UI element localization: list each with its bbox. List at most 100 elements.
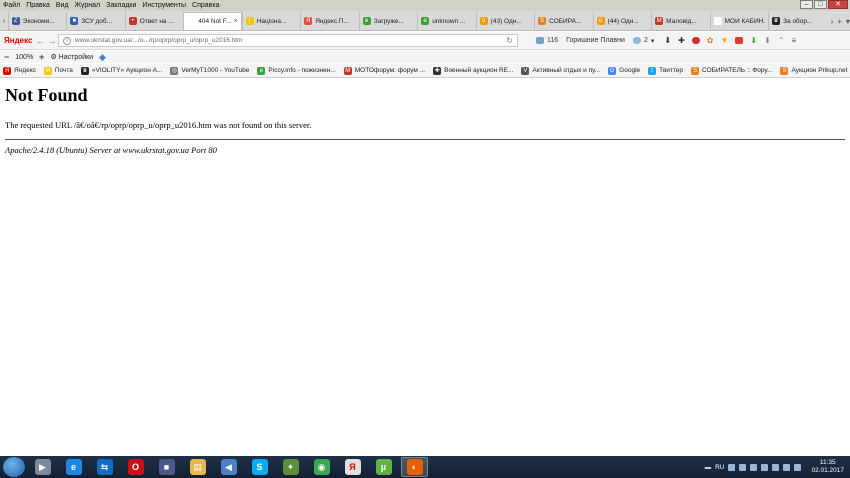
- reload-icon[interactable]: ↻: [506, 36, 513, 45]
- bookmark-item[interactable]: Я Яндекс: [3, 66, 36, 75]
- mail-widget[interactable]: 116: [536, 37, 558, 44]
- minimize-button[interactable]: –: [800, 0, 813, 9]
- address-url: www.ukrstat.gov.ua/.../o.../rp/oprp/oprp…: [75, 37, 243, 44]
- taskbar-firefox-button[interactable]: ◐: [401, 457, 428, 477]
- menu-item[interactable]: Журнал: [72, 2, 104, 9]
- bookmark-favicon-icon: S: [780, 66, 789, 75]
- file-explorer-icon: ▤: [189, 459, 206, 475]
- bookmark-favicon-icon: V: [521, 66, 530, 75]
- battery-icon[interactable]: [750, 463, 758, 471]
- bookmark-favicon-icon: M: [343, 66, 352, 75]
- language-indicator[interactable]: RU: [715, 464, 724, 471]
- tab-list-chevron-icon[interactable]: ▾: [846, 17, 850, 26]
- taskbar-volume-button[interactable]: ◀: [215, 457, 242, 477]
- bookmark-item[interactable]: S Аукцион Prikup.net: [780, 66, 847, 75]
- taskbar-opera-button[interactable]: O: [122, 457, 149, 477]
- settings-button[interactable]: ⚙ Настройки: [50, 53, 93, 61]
- hamburger-menu-icon[interactable]: ≡: [792, 36, 797, 45]
- bookmark-item[interactable]: ✉ Почта: [43, 66, 73, 75]
- tab[interactable]: Я Яндекс.П...: [300, 12, 358, 30]
- menu-item[interactable]: Правка: [23, 2, 53, 9]
- tab[interactable]: • Ответ на ...: [124, 12, 183, 30]
- tab[interactable]: M Маловід...: [651, 12, 709, 30]
- taskbar-chrome-button[interactable]: ◉: [308, 457, 335, 477]
- tab[interactable]: ■ ЗСУ доб...: [66, 12, 124, 30]
- pin-icon[interactable]: ✚: [678, 36, 685, 45]
- back-arrow-icon[interactable]: ←: [34, 36, 46, 46]
- bookmark-item[interactable]: G Google: [608, 66, 640, 75]
- yandex-logo[interactable]: Яндекс: [0, 36, 34, 45]
- location-widget[interactable]: Горишние Плавни: [566, 37, 625, 44]
- network-icon[interactable]: [739, 463, 747, 471]
- menu-item[interactable]: Вид: [53, 2, 72, 9]
- new-tab-icon[interactable]: +: [837, 17, 842, 26]
- home-icon[interactable]: ⌃: [778, 36, 785, 45]
- address-bar[interactable]: i www.ukrstat.gov.ua/.../o.../rp/oprp/op…: [58, 34, 518, 47]
- flag-tray-icon[interactable]: [772, 463, 780, 471]
- taskbar-file-explorer-button[interactable]: ▤: [184, 457, 211, 477]
- menu-item[interactable]: Инструменты: [139, 2, 189, 9]
- taskbar-save-floppy-button[interactable]: ■: [153, 457, 180, 477]
- clock[interactable]: 11:35 02.01.2017: [811, 459, 844, 475]
- tab-active[interactable]: 404 Not F... ×: [183, 12, 242, 30]
- info-icon[interactable]: i: [63, 36, 71, 45]
- tab-close-icon[interactable]: ×: [234, 18, 238, 25]
- page-content: Not Found The requested URL /â€/oâ€/rp/o…: [5, 80, 845, 155]
- bookmark-item[interactable]: M МОТОфорум: форум ...: [343, 66, 425, 75]
- menu-item[interactable]: Закладки: [103, 2, 139, 9]
- green-download-icon[interactable]: ⬇: [750, 36, 757, 45]
- tab-scroll-right-icon[interactable]: ›: [831, 17, 834, 26]
- chevron-down-icon[interactable]: ▾: [651, 37, 655, 45]
- tab[interactable]: о (44) Одн...: [592, 12, 651, 30]
- taskbar-utorrent-button[interactable]: µ: [370, 457, 397, 477]
- weather-widget[interactable]: 2 ▾: [632, 37, 655, 45]
- savefrom-icon[interactable]: [735, 37, 744, 44]
- tab[interactable]: ♛ За обор...: [768, 12, 826, 30]
- menu-item[interactable]: Файл: [0, 2, 23, 9]
- bookmark-item[interactable]: ✚ Военный аукцион RE...: [433, 66, 513, 75]
- tab[interactable]: | Націона...: [241, 12, 300, 30]
- tab[interactable]: e Загруже...: [358, 12, 417, 30]
- taskbar-internet-explorer-button[interactable]: e: [60, 457, 87, 477]
- dolphin-icon[interactable]: ◆: [99, 52, 106, 63]
- bookmark-favicon-icon: S: [691, 66, 700, 75]
- taskbar-yandex-browser-button[interactable]: Я: [339, 457, 366, 477]
- zoom-out-button[interactable]: −: [4, 52, 9, 62]
- taskbar-media-player-button[interactable]: ▶: [29, 457, 56, 477]
- tab[interactable]: Z Экономи...: [7, 12, 66, 30]
- forward-arrow-icon[interactable]: →: [46, 36, 58, 46]
- bookmark-item[interactable]: t Твиттер: [648, 66, 683, 75]
- taskbar-skype-button[interactable]: S: [246, 457, 273, 477]
- monitor-icon[interactable]: [783, 463, 791, 471]
- shield-icon[interactable]: [761, 463, 769, 471]
- close-button[interactable]: ✕: [828, 0, 848, 9]
- taskbar-games-button[interactable]: ✦: [277, 457, 304, 477]
- zoom-in-button[interactable]: +: [39, 52, 44, 62]
- bookmark-item[interactable]: e Piccy.info - пожизнен...: [257, 66, 336, 75]
- downloads-icon[interactable]: ⬇: [764, 36, 771, 45]
- tab[interactable]: e unknown ...: [417, 12, 475, 30]
- tab[interactable]: МОЙ КАБИН...: [709, 12, 768, 30]
- bookmark-item[interactable]: ◎ VerMyT1000 - YouTube: [170, 66, 249, 75]
- menu-item[interactable]: Справка: [189, 2, 222, 9]
- bookmark-favicon-icon: ✉: [43, 66, 52, 75]
- speaker-icon[interactable]: [794, 463, 802, 471]
- tab[interactable]: о (43) Одн...: [475, 12, 534, 30]
- maximize-button[interactable]: □: [814, 0, 827, 9]
- tab[interactable]: S СОБИРА...: [534, 12, 592, 30]
- start-button[interactable]: [3, 457, 25, 477]
- bookmark-item[interactable]: ♛ «VIOLITY» Аукцион А...: [80, 66, 162, 75]
- page-title: Not Found: [5, 85, 88, 105]
- bookmark-item[interactable]: S СОБИРАТЕЛЬ :: Фору...: [691, 66, 772, 75]
- flag-icon[interactable]: ▬: [705, 464, 712, 471]
- cart-icon[interactable]: ▼: [720, 36, 728, 45]
- download-arrow-icon[interactable]: ⬇: [664, 36, 671, 45]
- extension-icon[interactable]: ✿: [707, 36, 714, 45]
- bookmark-item[interactable]: V Активный отдых и пу...: [521, 66, 600, 75]
- taskbar-teamviewer-button[interactable]: ⇆: [91, 457, 118, 477]
- help-icon[interactable]: [728, 463, 736, 471]
- adblock-icon[interactable]: [691, 37, 700, 44]
- tab-scroll-left-icon[interactable]: ‹: [0, 12, 8, 30]
- location-label: Горишние Плавни: [566, 37, 625, 44]
- yandex-browser-icon: Я: [344, 459, 361, 475]
